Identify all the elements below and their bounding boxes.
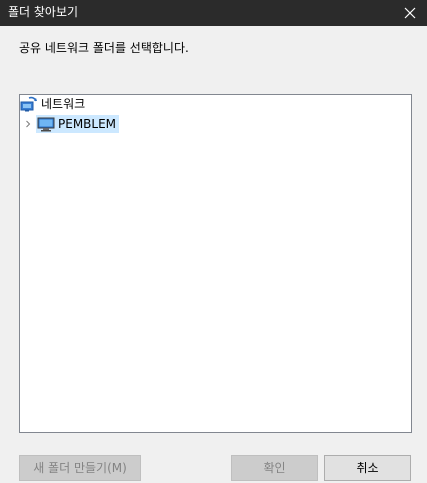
cancel-button[interactable]: 취소 <box>324 455 411 481</box>
folder-browser-dialog: 폴더 찾아보기 공유 네트워크 폴더를 선택합니다. 네트워크 PEMBLEM … <box>0 0 427 483</box>
tree-item-pemblem[interactable]: PEMBLEM <box>20 115 120 133</box>
new-folder-button[interactable]: 새 폴더 만들기(M) <box>19 455 141 481</box>
close-icon <box>404 7 416 19</box>
network-icon <box>20 95 38 113</box>
folder-tree-view[interactable]: 네트워크 PEMBLEM <box>19 94 412 433</box>
instruction-text: 공유 네트워크 폴더를 선택합니다. <box>19 41 189 55</box>
close-button[interactable] <box>393 0 427 26</box>
window-title: 폴더 찾아보기 <box>8 5 79 19</box>
selected-node[interactable]: PEMBLEM <box>36 115 120 133</box>
title-bar: 폴더 찾아보기 <box>0 0 427 26</box>
tree-item-label: 네트워크 <box>41 97 86 111</box>
computer-icon <box>37 115 55 133</box>
tree-item-network[interactable]: 네트워크 <box>20 95 88 113</box>
ok-button[interactable]: 확인 <box>231 455 318 481</box>
tree-item-label: PEMBLEM <box>58 117 117 131</box>
chevron-right-icon[interactable] <box>20 115 36 133</box>
